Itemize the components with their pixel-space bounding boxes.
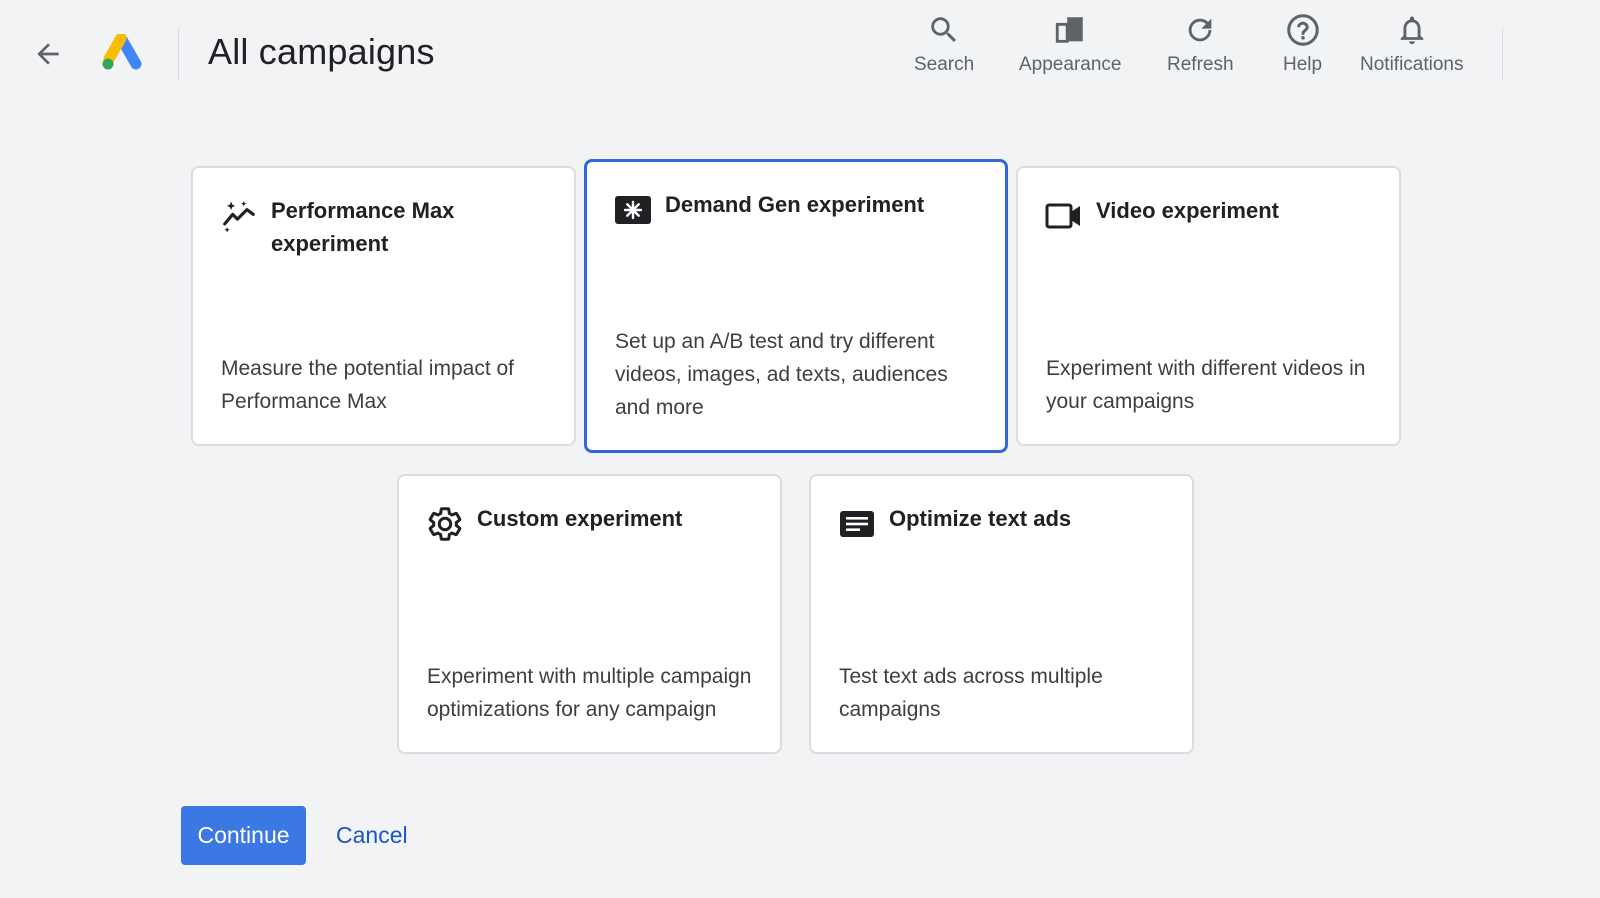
search-label: Search [914, 54, 975, 75]
card-title: Performance Max experiment [271, 198, 455, 256]
sparkle-trend-icon [219, 196, 259, 236]
help-label: Help [1283, 54, 1323, 75]
search-button[interactable]: Search [914, 12, 974, 76]
card-header: Demand Gen experiment [613, 188, 985, 230]
notifications-label: Notifications [1360, 54, 1464, 75]
card-header: Video experiment [1044, 194, 1379, 236]
cancel-button[interactable]: Cancel [332, 806, 412, 865]
appearance-button[interactable]: Appearance [1019, 12, 1121, 76]
refresh-icon [1182, 12, 1218, 48]
help-button[interactable]: Help [1283, 12, 1322, 76]
card-demand-gen[interactable]: Demand Gen experiment Set up an A/B test… [584, 159, 1008, 453]
header-divider-right [1502, 28, 1503, 80]
appearance-icon [1052, 12, 1088, 48]
card-title: Custom experiment [477, 506, 683, 531]
page: All campaigns Search Appearance Refresh [0, 0, 1600, 898]
card-description: Measure the potential impact of Performa… [221, 357, 514, 413]
card-header: Performance Max experiment [219, 194, 554, 260]
refresh-label: Refresh [1167, 54, 1234, 75]
bell-icon [1394, 12, 1430, 48]
card-description: Experiment with different videos in your… [1046, 357, 1366, 413]
demand-gen-icon [613, 190, 653, 230]
google-ads-logo [100, 32, 142, 72]
back-button[interactable] [28, 34, 68, 74]
help-icon [1285, 12, 1321, 48]
card-header: Custom experiment [425, 502, 760, 544]
appearance-label: Appearance [1019, 54, 1122, 75]
text-ad-icon [837, 504, 877, 544]
search-icon [926, 12, 962, 48]
card-description: Test text ads across multiple campaigns [839, 665, 1103, 721]
notifications-button[interactable]: Notifications [1360, 12, 1464, 76]
card-video[interactable]: Video experiment Experiment with differe… [1016, 166, 1401, 446]
card-title: Video experiment [1096, 198, 1279, 223]
card-title: Demand Gen experiment [665, 192, 925, 217]
refresh-button[interactable]: Refresh [1167, 12, 1234, 76]
arrow-back-icon [37, 43, 59, 65]
page-title: All campaigns [208, 31, 435, 72]
header-divider [178, 28, 179, 80]
card-description: Experiment with multiple campaign optimi… [427, 665, 752, 721]
card-optimize-text-ads[interactable]: Optimize text ads Test text ads across m… [809, 474, 1194, 754]
gear-icon [425, 504, 465, 544]
card-description: Set up an A/B test and try different vid… [615, 330, 948, 419]
card-title: Optimize text ads [889, 506, 1072, 531]
card-performance-max[interactable]: Performance Max experiment Measure the p… [191, 166, 576, 446]
card-header: Optimize text ads [837, 502, 1172, 544]
video-camera-icon [1044, 196, 1084, 236]
continue-button[interactable]: Continue [181, 806, 306, 865]
card-custom[interactable]: Custom experiment Experiment with multip… [397, 474, 782, 754]
